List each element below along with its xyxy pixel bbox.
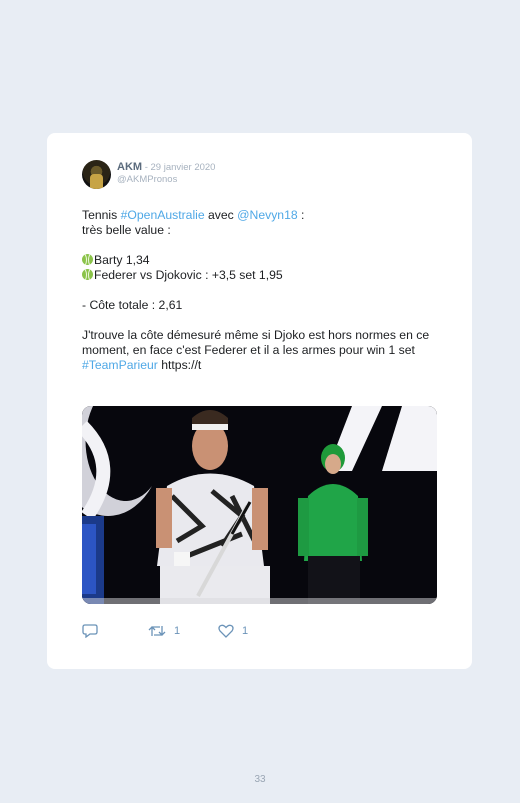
- text-colon: :: [297, 208, 305, 222]
- bet-barty: Barty 1,34: [94, 253, 150, 267]
- tweet-link[interactable]: https://t: [158, 358, 201, 372]
- heart-icon: [218, 624, 234, 638]
- tennis-ball-icon: [82, 254, 93, 265]
- text-tennis: Tennis: [82, 208, 121, 222]
- text-line2: très belle value :: [82, 223, 171, 237]
- author-block: AKM - 29 janvier 2020 @AKMPronos: [117, 160, 215, 186]
- retweet-icon: [148, 626, 166, 636]
- like-button[interactable]: 1: [218, 624, 248, 638]
- author-handle[interactable]: @AKMPronos: [117, 174, 215, 186]
- text-avec: avec: [204, 208, 238, 222]
- page-number: 33: [254, 774, 266, 785]
- tweet-text: Tennis #OpenAustralie avec @Nevyn18 : tr…: [82, 208, 437, 373]
- tweet-date: - 29 janvier 2020: [142, 162, 216, 173]
- hashtag-teamparieur[interactable]: #TeamParieur: [82, 358, 158, 372]
- retweet-count: 1: [174, 625, 181, 637]
- total-odds: - Côte totale : 2,61: [82, 298, 183, 312]
- reply-icon: [82, 624, 98, 638]
- mention-nevyn18[interactable]: @Nevyn18: [237, 208, 297, 222]
- tweet-header: AKM - 29 janvier 2020 @AKMPronos: [82, 160, 215, 189]
- page: AKM - 29 janvier 2020 @AKMPronos Tennis …: [0, 0, 520, 803]
- like-count: 1: [242, 625, 249, 637]
- tennis-ball-icon: [82, 269, 93, 280]
- tweet-card: AKM - 29 janvier 2020 @AKMPronos Tennis …: [47, 133, 472, 669]
- hashtag-openaustralie[interactable]: #OpenAustralie: [121, 208, 205, 222]
- bet-federer: Federer vs Djokovic : +3,5 set 1,95: [94, 268, 283, 282]
- comment-text: J'trouve la côte démesuré même si Djoko …: [82, 328, 430, 357]
- author-name[interactable]: AKM: [117, 161, 142, 173]
- tennis-player-photo: [82, 406, 437, 604]
- retweet-button[interactable]: 1: [148, 624, 180, 638]
- avatar[interactable]: [82, 160, 111, 189]
- tweet-media[interactable]: [82, 406, 437, 604]
- tweet-actions: 1 1: [82, 624, 437, 640]
- reply-button[interactable]: [82, 624, 98, 638]
